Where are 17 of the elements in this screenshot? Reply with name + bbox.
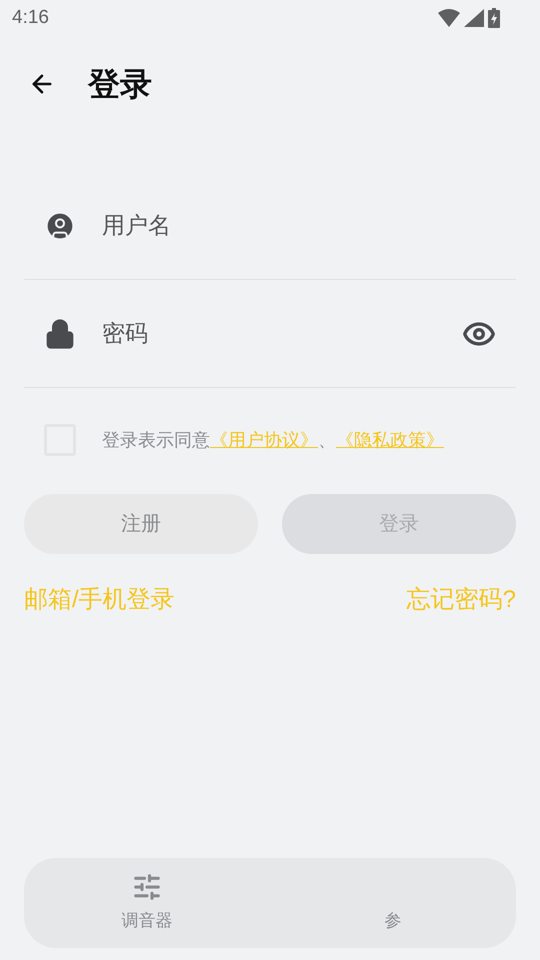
user-agreement-link[interactable]: 《用户协议》 xyxy=(210,430,318,450)
agreement-text: 登录表示同意《用户协议》、《隐私政策》 xyxy=(102,428,444,452)
privacy-policy-link[interactable]: 《隐私政策》 xyxy=(336,430,444,450)
nav-tab[interactable]: 参 xyxy=(270,858,516,948)
register-button[interactable]: 注册 xyxy=(24,494,258,554)
battery-icon xyxy=(488,8,500,28)
email-phone-login-link[interactable]: 邮箱/手机登录 xyxy=(24,582,175,618)
input-field[interactable]: 密码 xyxy=(102,316,436,351)
status-time: 4:16 xyxy=(12,6,49,30)
forgot-password-link[interactable]: 忘记密码? xyxy=(406,582,516,618)
nav-tab[interactable]: 调音器 xyxy=(24,858,270,948)
wifi-icon xyxy=(438,9,460,27)
sliders-icon xyxy=(132,872,162,902)
input-field[interactable]: 用户名 xyxy=(102,208,496,243)
lock-icon xyxy=(44,318,76,350)
page-title: 登录 xyxy=(88,65,152,104)
signal-icon xyxy=(464,9,484,27)
